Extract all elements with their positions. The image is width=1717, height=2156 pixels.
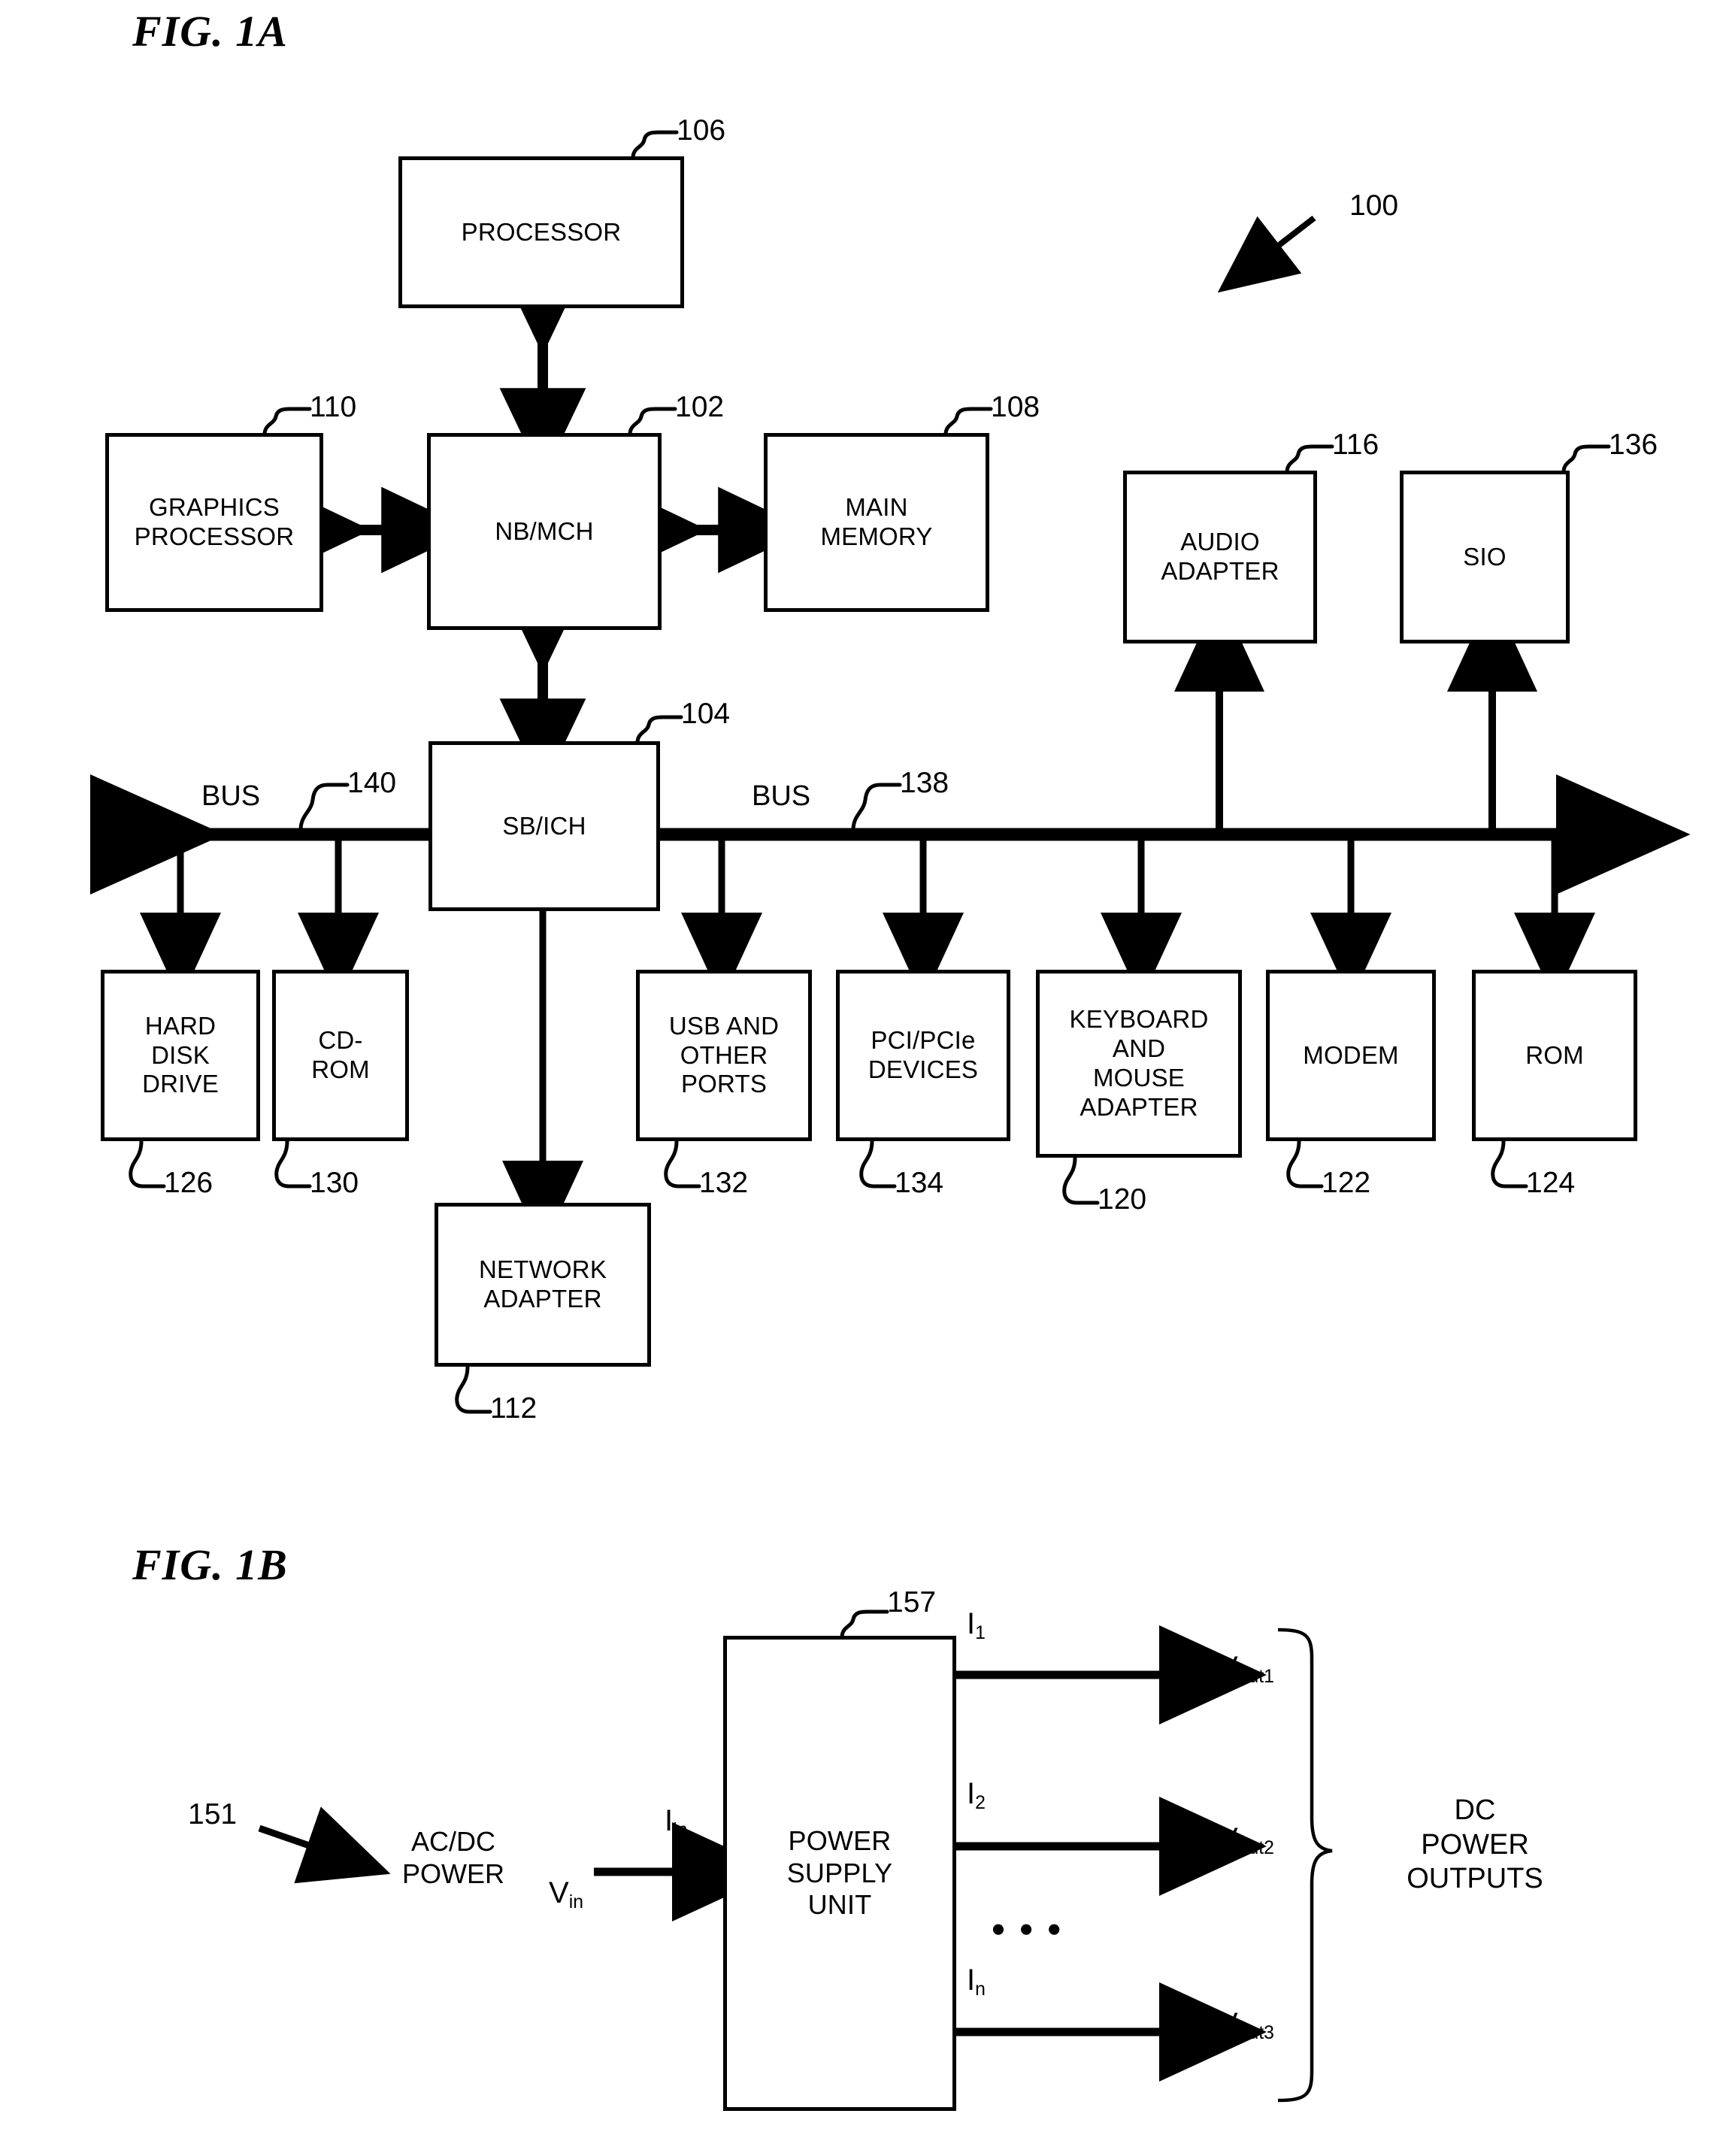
block-processor-label: PROCESSOR [461,217,622,246]
system-ref-arrow [1217,215,1316,293]
ref-138: 138 [900,767,949,799]
label-i-in-base: I [665,1804,674,1837]
block-network-adapter-label: NETWORK ADAPTER [478,1255,607,1313]
dc-outputs-brace [1277,1628,1333,2103]
ref-108: 108 [991,391,1040,423]
ref-134: 134 [895,1167,944,1199]
label-v-in-base: V [549,1876,569,1909]
fig1b-source-arrow [258,1806,391,1884]
ref-151: 151 [188,1798,238,1830]
label-v-out2-base: V [1218,1822,1238,1855]
block-power-supply-unit: POWER SUPPLY UNIT [723,1636,956,2111]
block-keyboard-and-mouse-adapter: KEYBOARD AND MOUSE ADAPTER [1036,970,1242,1158]
label-v-out3-sub: out3 [1237,2022,1274,2043]
block-keyboard-and-mouse-adapter-label: KEYBOARD AND MOUSE ADAPTER [1069,1005,1209,1121]
ref-leader-157 [840,1609,889,1640]
ref-104: 104 [681,698,731,730]
ref-110: 110 [310,391,357,423]
label-i-1: I1 [967,1607,986,1643]
bus-138-label: BUS [752,780,811,812]
figure-1b-title: FIG. 1B [132,1540,288,1589]
ref-126: 126 [164,1167,213,1199]
ref-140: 140 [347,767,397,799]
block-usb-and-other-ports: USB AND OTHER PORTS [636,970,812,1141]
block-sio: SIO [1400,471,1570,643]
label-v-out3-base: V [1218,2007,1238,2040]
label-v-out1: Vout1 [1218,1651,1274,1687]
label-v-out2: Vout2 [1218,1822,1274,1858]
ref-124: 124 [1526,1167,1576,1199]
block-pci-pcie-devices: PCI/PCIe DEVICES [836,970,1010,1141]
ref-100: 100 [1349,189,1399,222]
label-i-1-sub: 1 [975,1622,986,1643]
block-pci-pcie-devices-label: PCI/PCIe DEVICES [868,1026,979,1083]
ref-130: 130 [310,1167,359,1199]
label-i-n-base: I [967,1964,976,1997]
block-modem: MODEM [1266,970,1436,1141]
label-v-in-sub: in [568,1891,583,1912]
block-nb-mch: NB/MCH [427,433,662,630]
label-i-n: In [967,1964,986,2000]
label-i-in-sub: in [673,1819,688,1840]
label-i-1-base: I [967,1607,976,1640]
block-hard-disk-drive: HARD DISK DRIVE [101,970,260,1141]
block-main-memory: MAIN MEMORY [764,433,989,612]
ref-112: 112 [490,1392,538,1425]
ellipsis-dots: ● ● ● [991,1914,1065,1942]
block-main-memory-label: MAIN MEMORY [820,493,933,550]
label-i-in: Iin [665,1804,688,1840]
block-sb-ich: SB/ICH [428,741,660,911]
block-rom: ROM [1472,970,1637,1141]
block-hard-disk-drive-label: HARD DISK DRIVE [142,1011,219,1098]
label-v-out1-base: V [1218,1651,1238,1684]
ref-132: 132 [699,1167,749,1199]
ref-136: 136 [1609,428,1658,461]
label-v-out1-sub: out1 [1237,1666,1274,1687]
block-nb-mch-label: NB/MCH [495,516,594,545]
block-cd-rom-label: CD- ROM [311,1026,370,1083]
ref-120: 120 [1098,1183,1147,1216]
block-audio-adapter: AUDIO ADAPTER [1123,471,1317,643]
block-power-supply-unit-label: POWER SUPPLY UNIT [786,1825,893,1921]
block-graphics-processor: GRAPHICS PROCESSOR [105,433,323,612]
patent-figure-sheet: FIG. 1A 106 PROCESSOR 100 110 GRAPHICS P… [0,0,1717,2156]
label-i-2: I2 [967,1777,986,1813]
label-i-2-sub: 2 [975,1792,986,1813]
label-v-in: Vin [549,1876,583,1912]
ref-106: 106 [677,114,726,147]
block-rom-label: ROM [1525,1040,1584,1069]
ref-122: 122 [1322,1167,1371,1199]
block-processor: PROCESSOR [398,156,684,308]
block-cd-rom: CD- ROM [272,970,409,1141]
ref-116: 116 [1332,428,1379,461]
block-usb-and-other-ports-label: USB AND OTHER PORTS [668,1011,780,1098]
block-sio-label: SIO [1463,542,1507,571]
label-ac-dc-power: AC/DC POWER [401,1826,504,1890]
label-i-n-sub: n [975,1979,986,2000]
label-v-out2-sub: out2 [1237,1837,1274,1858]
block-network-adapter: NETWORK ADAPTER [435,1203,651,1367]
label-v-out3: Vout3 [1218,2007,1274,2043]
block-audio-adapter-label: AUDIO ADAPTER [1161,528,1279,585]
block-modem-label: MODEM [1303,1040,1399,1069]
label-dc-power-outputs: DC POWER OUTPUTS [1407,1794,1543,1895]
ref-157: 157 [887,1586,937,1619]
block-sb-ich-label: SB/ICH [502,811,586,840]
block-graphics-processor-label: GRAPHICS PROCESSOR [134,493,295,550]
label-i-2-base: I [967,1777,976,1810]
bus-140-label: BUS [201,780,261,812]
figure-1a-title: FIG. 1A [132,7,288,56]
ref-102: 102 [675,391,725,423]
